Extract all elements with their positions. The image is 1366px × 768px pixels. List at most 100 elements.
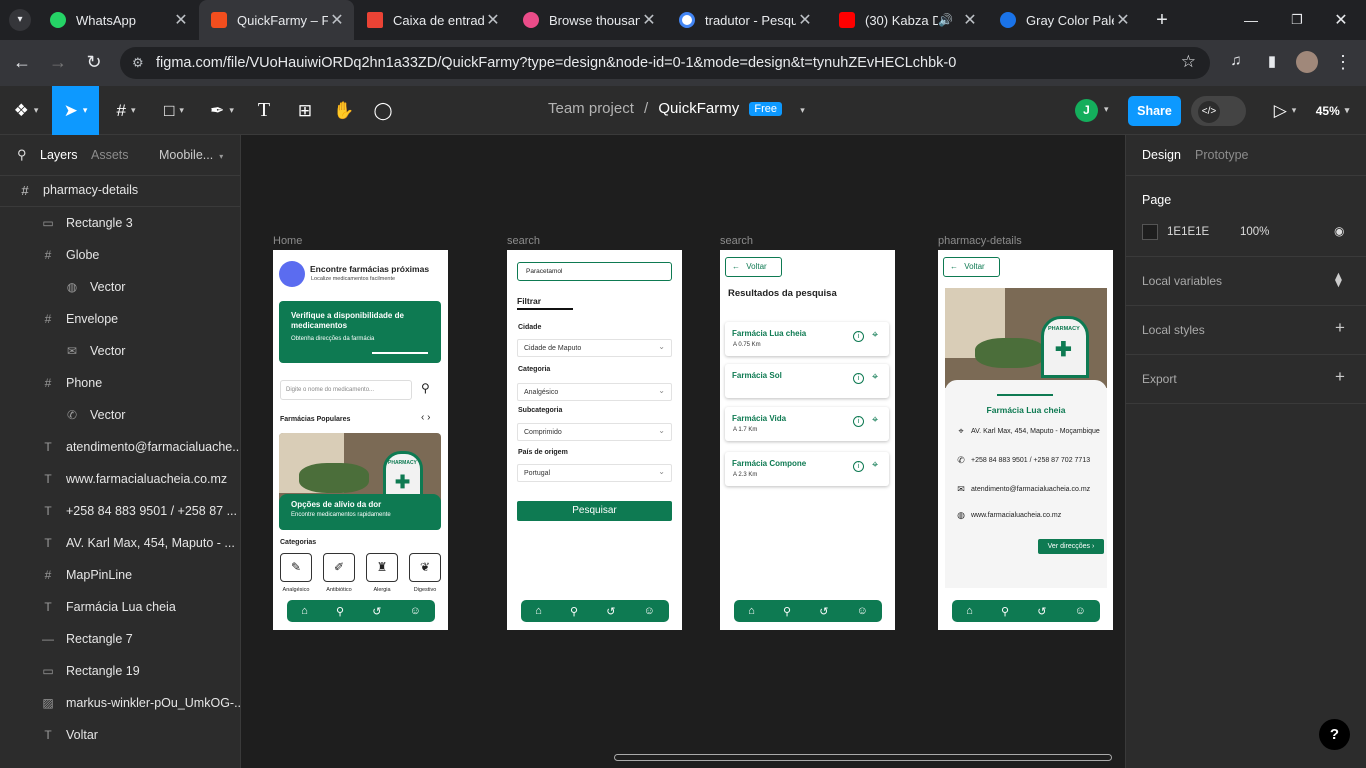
media-control-icon[interactable]: ♫ xyxy=(1224,52,1248,69)
layer-row[interactable]: # Phone xyxy=(0,367,240,399)
browser-menu-icon[interactable]: ⋮ xyxy=(1331,52,1355,73)
text-tool-button[interactable]: T xyxy=(252,86,276,135)
eye-icon[interactable]: ◉ xyxy=(1334,224,1344,238)
page-opacity[interactable]: 100% xyxy=(1240,226,1269,238)
layer-row[interactable]: T Farmácia Lua cheia xyxy=(0,591,240,623)
tab-layers[interactable]: Layers xyxy=(40,148,78,162)
map-pin-icon[interactable]: ⌖ xyxy=(872,459,878,472)
query-input[interactable]: Paracetamol xyxy=(517,262,672,281)
browser-tab-figma[interactable]: QuickFarmy – Fig ✕ xyxy=(199,0,354,40)
result-card[interactable]: Farmácia Sol i ⌖ xyxy=(725,364,889,398)
frame-label-details[interactable]: pharmacy-details xyxy=(938,235,1022,247)
bottom-nav[interactable]: ⌂ ⚲ ↺ ☺ xyxy=(521,600,669,622)
frame-results[interactable]: ← Voltar Resultados da pesquisa Farmácia… xyxy=(720,250,895,630)
move-tool-button[interactable]: ➤ ▾ xyxy=(52,86,99,135)
layer-row[interactable]: ▭ Rectangle 3 xyxy=(0,207,240,239)
export-section[interactable]: Export xyxy=(1142,372,1177,386)
result-card[interactable]: Farmácia Vida A 1.7 Km i ⌖ xyxy=(725,407,889,441)
new-tab-button[interactable]: + xyxy=(1148,0,1176,40)
main-menu-button[interactable]: ❖ ▾ xyxy=(8,86,44,135)
search-icon[interactable]: ⚲ xyxy=(421,381,430,395)
city-select[interactable]: Cidade de Maputo ⌄ xyxy=(517,339,672,357)
map-pin-icon[interactable]: ⌖ xyxy=(872,329,878,342)
result-card[interactable]: Farmácia Compone A 2.3 Km i ⌖ xyxy=(725,452,889,486)
close-window-button[interactable]: ✕ xyxy=(1326,0,1356,40)
category-select[interactable]: Analgésico ⌄ xyxy=(517,383,672,401)
browser-tab-palette[interactable]: Gray Color Palett ✕ xyxy=(988,0,1140,40)
bookmark-star-icon[interactable]: ☆ xyxy=(1181,52,1196,72)
medicine-search-input[interactable]: Digite o nome do medicamento... xyxy=(280,380,412,400)
layer-row[interactable]: — Rectangle 7 xyxy=(0,623,240,655)
comment-tool-button[interactable]: ◯ xyxy=(371,86,395,135)
add-style-icon[interactable]: + xyxy=(1335,318,1345,338)
search-submit-button[interactable]: Pesquisar xyxy=(517,501,672,521)
category-tile[interactable]: ✎ xyxy=(280,553,312,582)
info-icon[interactable]: i xyxy=(853,373,864,384)
home-icon[interactable]: ⌂ xyxy=(748,605,755,617)
close-tab-icon[interactable]: ✕ xyxy=(961,10,979,30)
history-icon[interactable]: ↺ xyxy=(372,605,381,618)
info-icon[interactable]: i xyxy=(853,416,864,427)
browser-tab-youtube[interactable]: (30) Kabza D 🔊 ✕ xyxy=(827,0,987,40)
frame-search[interactable]: Paracetamol Filtrar Cidade Cidade de Map… xyxy=(507,250,682,630)
back-button[interactable]: ← Voltar xyxy=(943,257,1000,277)
browser-tab-dribbble[interactable]: Browse thousand ✕ xyxy=(511,0,666,40)
reload-icon[interactable]: ↻ xyxy=(82,52,106,73)
close-tab-icon[interactable]: ✕ xyxy=(172,10,190,30)
profile-avatar[interactable] xyxy=(1296,51,1318,73)
layer-row[interactable]: ▨ markus-winkler-pOu_UmkOG-... xyxy=(0,687,240,719)
hand-tool-button[interactable]: ✋ xyxy=(332,86,356,135)
history-icon[interactable]: ↺ xyxy=(819,605,828,618)
local-styles[interactable]: Local styles xyxy=(1142,323,1205,337)
category-tile[interactable]: ❦ xyxy=(409,553,441,582)
layer-row[interactable]: ✉ Vector xyxy=(0,335,240,367)
design-canvas[interactable]: Home Encontre farmácias próximas Localiz… xyxy=(241,135,1125,768)
close-tab-icon[interactable]: ✕ xyxy=(640,10,658,30)
map-pin-icon[interactable]: ⌖ xyxy=(872,371,878,384)
search-icon[interactable]: ⚲ xyxy=(17,147,27,163)
carousel-arrows[interactable]: ‹ › xyxy=(421,412,430,423)
tab-assets[interactable]: Assets xyxy=(91,148,129,162)
search-icon[interactable]: ⚲ xyxy=(1001,605,1009,618)
category-tile[interactable]: ✐ xyxy=(323,553,355,582)
layer-row[interactable]: ▭ Rectangle 19 xyxy=(0,655,240,687)
close-tab-icon[interactable]: ✕ xyxy=(484,10,502,30)
layer-row[interactable]: ✆ Vector xyxy=(0,399,240,431)
url-field[interactable]: ⚙ figma.com/file/VUoHauiwiORDq2hn1a33ZD/… xyxy=(120,47,1210,79)
bottom-nav[interactable]: ⌂ ⚲ ↺ ☺ xyxy=(734,600,882,622)
tab-design[interactable]: Design xyxy=(1142,148,1181,162)
home-icon[interactable]: ⌂ xyxy=(966,605,973,617)
volume-icon[interactable]: 🔊 xyxy=(938,13,953,27)
result-card[interactable]: Farmácia Lua cheia A 0.75 Km i ⌖ xyxy=(725,322,889,356)
frame-home[interactable]: Encontre farmácias próximas Localize med… xyxy=(273,250,448,630)
availability-banner[interactable]: Verifique a disponibilidade de medicamen… xyxy=(279,301,441,363)
layer-row[interactable]: Tatendimento@farmacialuache... xyxy=(0,431,240,463)
page-selector[interactable]: Moobile... ▾ xyxy=(159,148,223,162)
pen-tool-button[interactable]: ✒ ▾ xyxy=(202,86,242,135)
subcategory-select[interactable]: Comprimido ⌄ xyxy=(517,423,672,441)
browser-tab-google[interactable]: tradutor - Pesqu ✕ xyxy=(667,0,822,40)
variables-icon[interactable]: ⧫ xyxy=(1335,271,1342,288)
page-color-hex[interactable]: 1E1E1E xyxy=(1167,226,1209,238)
layer-row[interactable]: # Globe xyxy=(0,239,240,271)
present-button[interactable]: ▷ ▾ xyxy=(1270,86,1300,135)
info-icon[interactable]: i xyxy=(853,331,864,342)
directions-button[interactable]: Ver direcções › xyxy=(1038,539,1104,554)
local-variables[interactable]: Local variables xyxy=(1142,274,1222,288)
close-tab-icon[interactable]: ✕ xyxy=(328,10,346,30)
file-name[interactable]: QuickFarmy xyxy=(658,100,739,117)
back-button[interactable]: ← Voltar xyxy=(725,257,782,277)
add-export-icon[interactable]: + xyxy=(1335,367,1345,387)
layer-row[interactable]: # MapPinLine xyxy=(0,559,240,591)
promo-card[interactable]: Opções de alívio da dor Encontre medicam… xyxy=(279,494,441,530)
home-icon[interactable]: ⌂ xyxy=(301,605,308,617)
profile-icon[interactable]: ☺ xyxy=(857,605,868,617)
site-info-icon[interactable]: ⚙ xyxy=(132,55,144,71)
category-tile[interactable]: ♜ xyxy=(366,553,398,582)
zoom-menu[interactable]: 45% ▾ xyxy=(1310,86,1355,135)
chevron-down-icon[interactable]: ▾ xyxy=(800,105,805,115)
frame-label-results[interactable]: search xyxy=(720,235,753,247)
resources-button[interactable]: ⊞ xyxy=(292,86,318,135)
chevron-down-icon[interactable]: ▾ xyxy=(1104,104,1109,115)
bottom-nav[interactable]: ⌂ ⚲ ↺ ☺ xyxy=(287,600,435,622)
